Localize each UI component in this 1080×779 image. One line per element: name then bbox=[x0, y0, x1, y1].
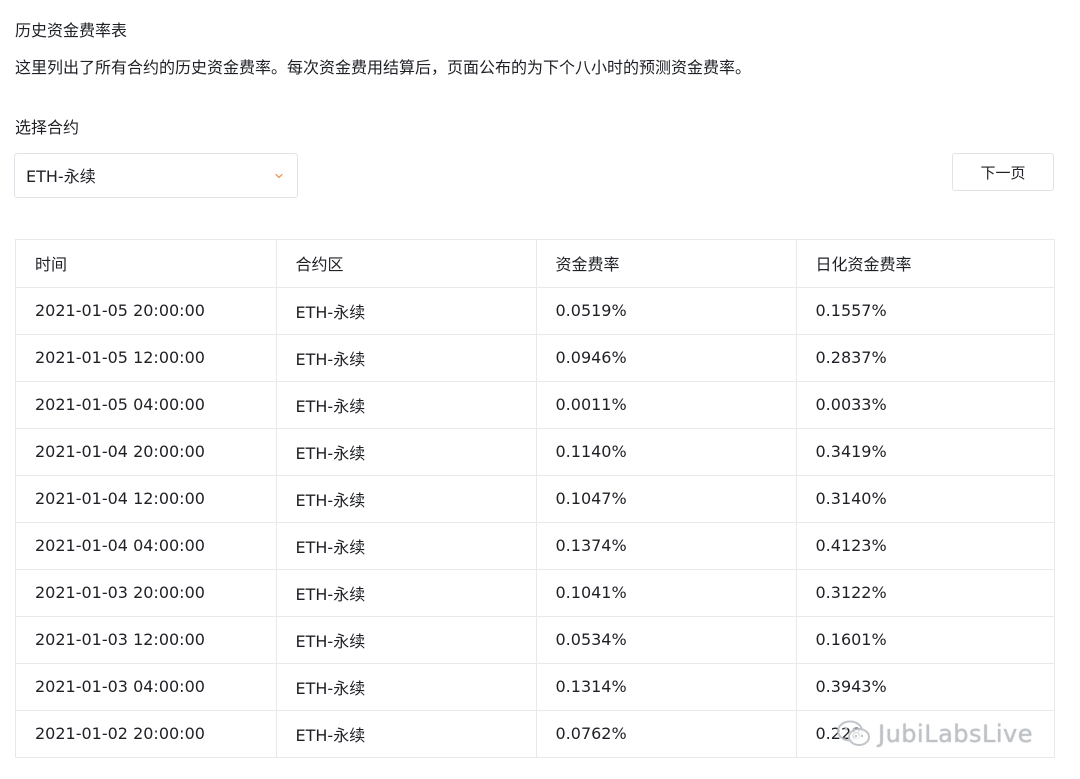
cell-time: 2021-01-02 20:00:00 bbox=[16, 710, 277, 757]
cell-funding-rate: 0.1140% bbox=[536, 428, 797, 476]
cell-time: 2021-01-04 12:00:00 bbox=[16, 475, 277, 523]
cell-funding-rate: 0.0534% bbox=[536, 616, 797, 664]
cell-daily-funding-rate: 0.0033% bbox=[796, 381, 1054, 429]
table-row: 2021-01-03 12:00:00 ETH-永续 0.0534% 0.160… bbox=[16, 616, 1054, 664]
cell-time: 2021-01-05 20:00:00 bbox=[16, 287, 277, 335]
cell-contract: ETH-永续 bbox=[276, 616, 537, 664]
cell-daily-funding-rate: 0.3140% bbox=[796, 475, 1054, 523]
table-header-row: 时间 合约区 资金费率 日化资金费率 bbox=[16, 240, 1054, 288]
table-row: 2021-01-03 20:00:00 ETH-永续 0.1041% 0.312… bbox=[16, 569, 1054, 617]
table-row: 2021-01-02 20:00:00 ETH-永续 0.0762% 0.228 bbox=[16, 710, 1054, 757]
table-row: 2021-01-04 20:00:00 ETH-永续 0.1140% 0.341… bbox=[16, 428, 1054, 476]
cell-daily-funding-rate: 0.4123% bbox=[796, 522, 1054, 570]
cell-contract: ETH-永续 bbox=[276, 287, 537, 335]
cell-time: 2021-01-03 20:00:00 bbox=[16, 569, 277, 617]
cell-time: 2021-01-03 04:00:00 bbox=[16, 663, 277, 711]
cell-contract: ETH-永续 bbox=[276, 522, 537, 570]
cell-daily-funding-rate: 0.1601% bbox=[796, 616, 1054, 664]
cell-contract: ETH-永续 bbox=[276, 428, 537, 476]
cell-funding-rate: 0.1041% bbox=[536, 569, 797, 617]
cell-contract: ETH-永续 bbox=[276, 381, 537, 429]
column-header-contract: 合约区 bbox=[276, 240, 537, 288]
cell-daily-funding-rate: 0.3122% bbox=[796, 569, 1054, 617]
funding-rate-table: 时间 合约区 资金费率 日化资金费率 2021-01-05 20:00:00 E… bbox=[15, 239, 1055, 758]
column-header-funding-rate: 资金费率 bbox=[536, 240, 797, 288]
contract-select-label: 选择合约 bbox=[15, 118, 80, 137]
cell-contract: ETH-永续 bbox=[276, 710, 537, 757]
contract-select-value: ETH-永续 bbox=[26, 167, 96, 186]
table-row: 2021-01-04 12:00:00 ETH-永续 0.1047% 0.314… bbox=[16, 475, 1054, 523]
cell-daily-funding-rate: 0.3943% bbox=[796, 663, 1054, 711]
cell-daily-funding-rate: 0.2837% bbox=[796, 334, 1054, 382]
cell-funding-rate: 0.0011% bbox=[536, 381, 797, 429]
page-description: 这里列出了所有合约的历史资金费率。每次资金费用结算后，页面公布的为下个八小时的预… bbox=[15, 58, 752, 77]
column-header-daily-funding-rate: 日化资金费率 bbox=[796, 240, 1054, 288]
table-row: 2021-01-05 12:00:00 ETH-永续 0.0946% 0.283… bbox=[16, 334, 1054, 382]
table-row: 2021-01-05 20:00:00 ETH-永续 0.0519% 0.155… bbox=[16, 287, 1054, 335]
next-page-button[interactable]: 下一页 bbox=[952, 153, 1054, 191]
cell-contract: ETH-永续 bbox=[276, 663, 537, 711]
cell-contract: ETH-永续 bbox=[276, 569, 537, 617]
cell-time: 2021-01-04 20:00:00 bbox=[16, 428, 277, 476]
cell-daily-funding-rate: 0.228 bbox=[815, 724, 862, 744]
cell-daily-funding-rate: 0.1557% bbox=[796, 287, 1054, 335]
cell-funding-rate: 0.1047% bbox=[536, 475, 797, 523]
table-row: 2021-01-05 04:00:00 ETH-永续 0.0011% 0.003… bbox=[16, 381, 1054, 429]
column-header-time: 时间 bbox=[16, 240, 277, 288]
cell-time: 2021-01-05 12:00:00 bbox=[16, 334, 277, 382]
cell-time: 2021-01-04 04:00:00 bbox=[16, 522, 277, 570]
cell-funding-rate: 0.0519% bbox=[536, 287, 797, 335]
cell-time: 2021-01-05 04:00:00 bbox=[16, 381, 277, 429]
cell-funding-rate: 0.1374% bbox=[536, 522, 797, 570]
cell-daily-funding-rate: 0.3419% bbox=[796, 428, 1054, 476]
chevron-down-icon bbox=[275, 173, 283, 179]
contract-select[interactable]: ETH-永续 bbox=[14, 153, 298, 198]
cell-contract: ETH-永续 bbox=[276, 334, 537, 382]
cell-funding-rate: 0.0946% bbox=[536, 334, 797, 382]
table-row: 2021-01-03 04:00:00 ETH-永续 0.1314% 0.394… bbox=[16, 663, 1054, 711]
table-row: 2021-01-04 04:00:00 ETH-永续 0.1374% 0.412… bbox=[16, 522, 1054, 570]
cell-funding-rate: 0.0762% bbox=[536, 710, 797, 757]
page-title: 历史资金费率表 bbox=[15, 21, 128, 40]
cell-funding-rate: 0.1314% bbox=[536, 663, 797, 711]
cell-contract: ETH-永续 bbox=[276, 475, 537, 523]
cell-time: 2021-01-03 12:00:00 bbox=[16, 616, 277, 664]
